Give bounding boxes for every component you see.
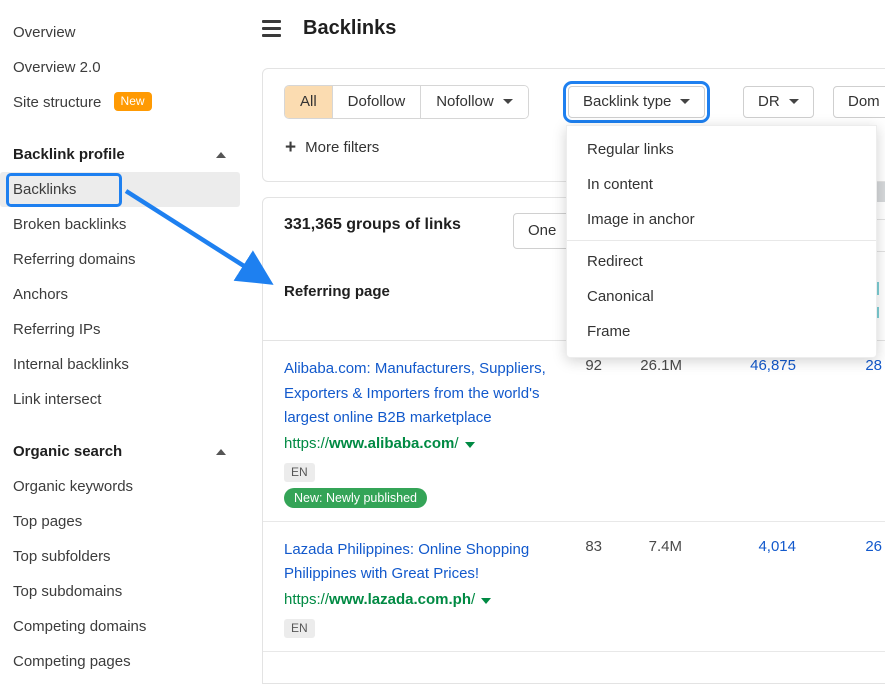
dropdown-menu-item[interactable]: Frame [567,314,876,349]
dropdown-menu-item[interactable]: In content [567,167,876,202]
sidebar-item-label: Link intersect [13,391,101,408]
backlink-type-filter-button[interactable]: Backlink type [568,86,705,118]
sidebar-item-anchors[interactable]: Anchors [0,277,250,312]
clipped-edge-element [877,219,885,220]
backlinks-page: Overview Overview 2.0 Site structure New… [0,0,885,684]
sidebar-item-label: Top subdomains [13,583,122,600]
new-badge: New [114,92,152,111]
sidebar-item-referring-domains[interactable]: Referring domains [0,242,250,277]
backlink-type-dropdown-menu: Regular linksIn contentImage in anchor Re… [566,125,877,358]
dr-filter-button[interactable]: DR [743,86,814,118]
sidebar-item-top-subfolders[interactable]: Top subfolders [0,539,250,574]
chevron-down-icon [789,99,799,104]
sidebar-item-top-subdomains[interactable]: Top subdomains [0,574,250,609]
sidebar-item-label: Backlink profile [13,146,125,163]
stat-referring-domains-link[interactable]: 4,014 [706,538,796,555]
filter-all-button[interactable]: All [285,86,332,118]
sidebar-item-organic-keywords[interactable]: Organic keywords [0,469,250,504]
language-badge: EN [284,619,315,638]
sidebar-item-overview[interactable]: Overview [0,15,250,50]
sidebar-item-label: Site structure [13,94,101,111]
table-row: Lazada Philippines: Online Shopping Phil… [263,522,885,652]
filter-nofollow-button[interactable]: Nofollow [420,86,528,118]
stat-linked-domains-link[interactable]: 26 [792,538,882,555]
referring-page-link[interactable]: Lazada Philippines: Online Shopping Phil… [284,538,566,587]
sidebar-item-label: Broken backlinks [13,216,126,233]
dropdown-menu-item[interactable]: Regular links [567,132,876,167]
sidebar-item-competing-pages[interactable]: Competing pages [0,644,250,679]
sidebar-item-label: Anchors [13,286,68,303]
referring-page-link[interactable]: Alibaba.com: Manufacturers, Suppliers, E… [284,357,566,431]
sidebar-item-link-intersect[interactable]: Link intersect [0,382,250,417]
clipped-edge-element [877,251,885,252]
more-filters-button[interactable]: +More filters [285,131,379,165]
menu-divider [567,240,876,241]
dropdown-menu-item[interactable]: Canonical [567,279,876,314]
sidebar-item-label: Organic search [13,443,122,460]
referring-page-url: https://www.lazada.com.ph/ [284,588,885,612]
sidebar-item-label: Overview [13,24,76,41]
domain-filter-button[interactable]: Dom [833,86,885,118]
collapse-arrow-icon[interactable] [216,449,226,455]
sidebar-item-label: Top pages [13,513,82,530]
collapse-arrow-icon[interactable] [216,152,226,158]
sidebar-item-backlinks[interactable]: Backlinks [0,172,240,207]
sidebar-item-label: Internal backlinks [13,356,129,373]
newly-published-badge: New: Newly published [284,488,427,508]
url-dropdown-icon[interactable] [465,442,475,448]
sidebar-item-label: Competing pages [13,653,131,670]
stat-referring-domains-link[interactable]: 46,875 [706,357,796,374]
stat-dr: 92 [552,357,602,374]
table-row: Alibaba.com: Manufacturers, Suppliers, E… [263,341,885,522]
sidebar: Overview Overview 2.0 Site structure New… [0,15,250,679]
menu-icon[interactable] [262,20,281,37]
sidebar-item-label: Overview 2.0 [13,59,101,76]
sidebar-item-competing-domains[interactable]: Competing domains [0,609,250,644]
sidebar-item-internal-backlinks[interactable]: Internal backlinks [0,347,250,382]
sidebar-item-overview-2-0[interactable]: Overview 2.0 [0,50,250,85]
referring-page-url: https://www.alibaba.com/ [284,432,885,456]
sidebar-item-label: Backlinks [13,181,76,198]
stat-traffic: 7.4M [612,538,682,555]
plus-icon: + [285,137,296,158]
stat-dr: 83 [552,538,602,555]
sidebar-item-top-pages[interactable]: Top pages [0,504,250,539]
sidebar-item-label: Competing domains [13,618,146,635]
stat-traffic: 26.1M [612,357,682,374]
follow-filter-group: All Dofollow Nofollow [284,85,529,119]
page-title: Backlinks [303,17,396,40]
dropdown-menu-item[interactable]: Redirect [567,244,876,279]
filter-dofollow-button[interactable]: Dofollow [332,86,421,118]
sidebar-item-label: Top subfolders [13,548,111,565]
results-count: 331,365 groups of links [284,216,461,234]
sidebar-item-label: Referring IPs [13,321,101,338]
sidebar-item-label: Referring domains [13,251,136,268]
table-rows: Alibaba.com: Manufacturers, Suppliers, E… [263,341,885,652]
sidebar-item-organic-search[interactable]: Organic search [0,434,250,469]
sidebar-item-site-structure[interactable]: Site structure New [0,85,250,120]
chevron-down-icon [680,99,690,104]
clipped-edge-element [877,182,885,202]
sidebar-item-referring-ips[interactable]: Referring IPs [0,312,250,347]
sidebar-item-backlink-profile[interactable]: Backlink profile [0,137,250,172]
column-header-referring-page[interactable]: Referring page [284,283,390,300]
sidebar-item-label: Organic keywords [13,478,133,495]
url-dropdown-icon[interactable] [481,598,491,604]
stat-linked-domains-link[interactable]: 28 [792,357,882,374]
chevron-down-icon [503,99,513,104]
sidebar-item-broken-backlinks[interactable]: Broken backlinks [0,207,250,242]
dropdown-menu-item[interactable]: Image in anchor [567,202,876,237]
language-badge: EN [284,463,315,482]
